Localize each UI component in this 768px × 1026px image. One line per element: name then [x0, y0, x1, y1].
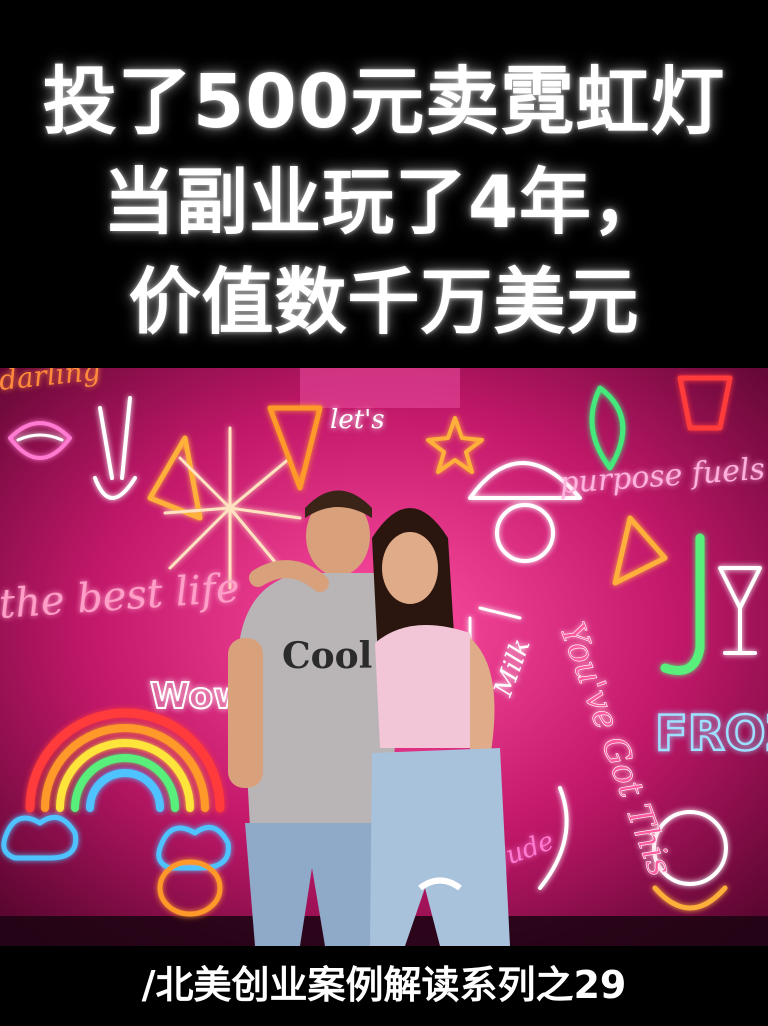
headline-line-2: 当副业玩了4年，: [102, 160, 666, 244]
neon-wall-photo: darling the best life let's purpose fuel…: [0, 368, 768, 946]
headline-banner: 投了500元卖霓虹灯 当副业玩了4年， 价值数千万美元: [0, 0, 768, 368]
shirt-text-cool: Cool: [282, 635, 372, 677]
footer-banner: /北美创业案例解读系列之29: [0, 946, 768, 1026]
series-caption: /北美创业案例解读系列之29: [141, 963, 627, 1007]
headline-line-1: 投了500元卖霓虹灯: [42, 59, 726, 145]
neon-sign-frozen: FROZEN: [655, 706, 768, 762]
neon-wall-illustration: darling the best life let's purpose fuel…: [0, 368, 768, 946]
neon-sign-lets: let's: [330, 405, 385, 435]
headline-line-3: 价值数千万美元: [128, 260, 640, 344]
